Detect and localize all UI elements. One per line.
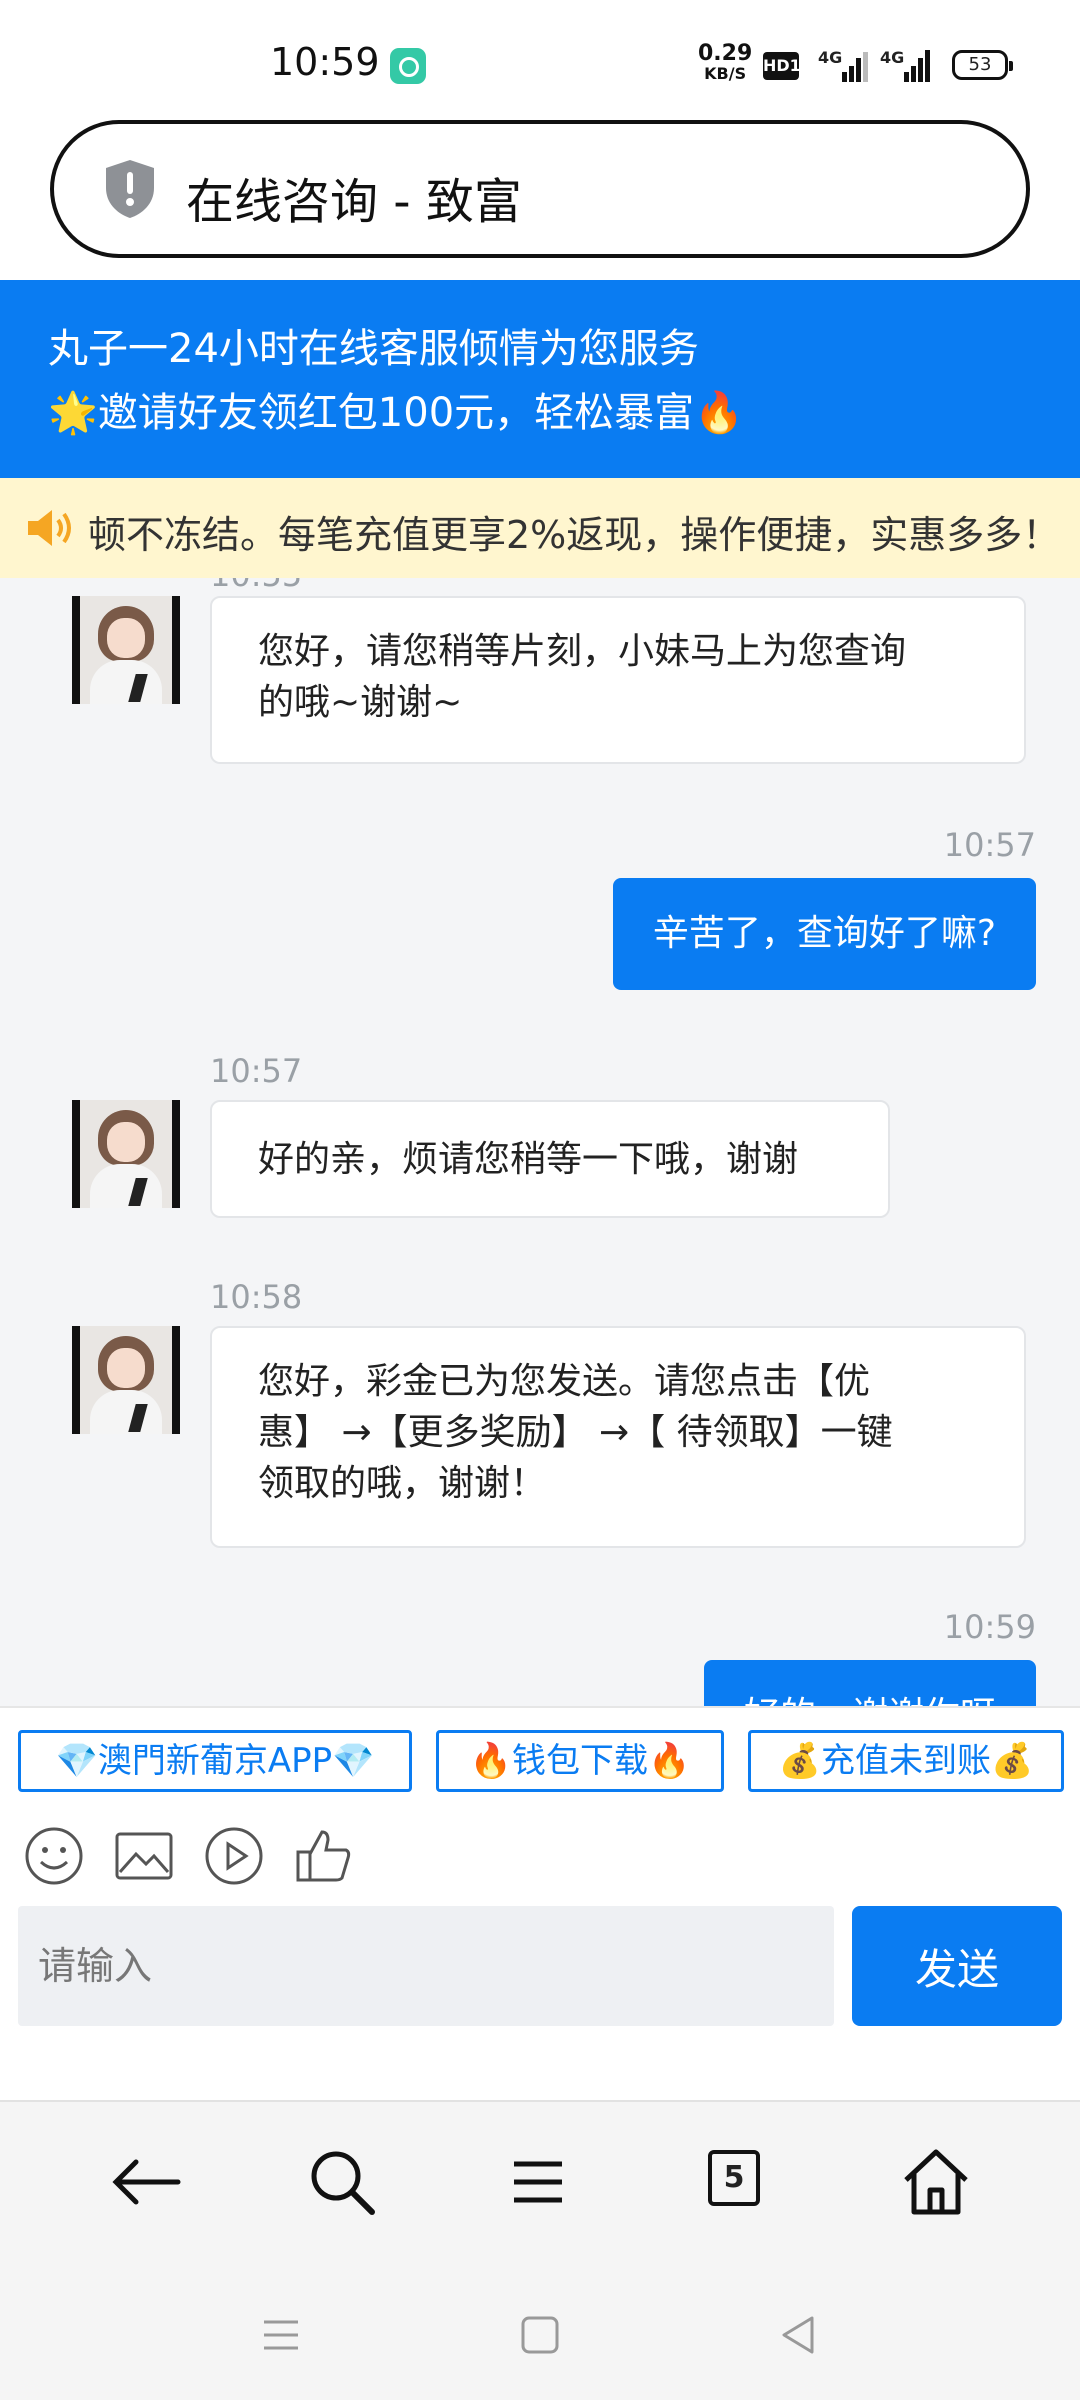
agent-avatar <box>72 1326 180 1434</box>
message-time: 10:55 <box>210 578 302 594</box>
search-icon[interactable] <box>302 2142 382 2222</box>
address-bar[interactable]: 在线咨询 - 致富 <box>50 120 1030 258</box>
app-notification-icon <box>390 48 426 84</box>
user-message: 好的，谢谢你呀 <box>703 1660 1036 1706</box>
like-icon[interactable] <box>292 1824 356 1888</box>
agent-avatar <box>72 596 180 704</box>
image-icon[interactable] <box>112 1824 176 1888</box>
page-title: 在线咨询 - 致富 <box>186 174 522 230</box>
back-arrow-icon[interactable] <box>106 2142 186 2222</box>
home-button-icon[interactable] <box>515 2310 565 2360</box>
marquee-notice: 顿不冻结。每笔充值更享2%返现，操作便捷，实惠多多！ <box>0 478 1080 578</box>
agent-message: 好的亲，烦请您稍等一下哦，谢谢 <box>210 1100 890 1218</box>
agent-message: 您好，彩金已为您发送。请您点击【优 惠】 →【更多奖励】 →【 待领取】一键 领… <box>210 1326 1026 1548</box>
agent-avatar <box>72 1100 180 1208</box>
notice-text: 顿不冻结。每笔充值更享2%返现，操作便捷，实惠多多！ <box>88 513 1061 557</box>
signal-icon: 4G <box>818 48 868 82</box>
video-icon[interactable] <box>202 1824 266 1888</box>
message-time: 10:58 <box>210 1278 303 1316</box>
quick-button-wallet[interactable]: 🔥钱包下载🔥 <box>436 1730 724 1792</box>
user-message: 辛苦了，查询好了嘛? <box>612 878 1036 990</box>
message-time: 10:59 <box>943 1608 1036 1646</box>
quick-button-app[interactable]: 💎澳門新葡京APP💎 <box>18 1730 412 1792</box>
home-icon[interactable] <box>896 2142 976 2222</box>
browser-toolbar: 5 <box>0 2100 1080 2272</box>
shield-icon <box>106 160 154 218</box>
message-input[interactable] <box>18 1906 834 2026</box>
message-time: 10:57 <box>210 1052 303 1090</box>
network-speed: 0.29 KB/S <box>698 41 753 84</box>
menu-icon[interactable] <box>498 2142 578 2222</box>
chat-history[interactable]: 10:55 您好，请您稍等片刻，小妹马上为您查询 的哦~谢谢~ 10:57 辛苦… <box>0 578 1080 1706</box>
quick-reply-bar[interactable]: 💎澳門新葡京APP💎 🔥钱包下载🔥 💰充值未到账💰 <box>0 1706 1080 1814</box>
service-banner: 丸子一24小时在线客服倾情为您服务 🌟邀请好友领红包100元，轻松暴富🔥 <box>0 280 1080 478</box>
battery-icon: 53 <box>952 50 1013 80</box>
quick-button-recharge[interactable]: 💰充值未到账💰 <box>748 1730 1064 1792</box>
agent-message: 您好，请您稍等片刻，小妹马上为您查询 的哦~谢谢~ <box>210 596 1026 764</box>
input-toolbar <box>0 1812 1080 1902</box>
star-icon: 🌟 <box>48 390 98 436</box>
hd-badge: HD1 <box>763 52 801 80</box>
status-time: 10:59 <box>270 40 380 84</box>
banner-line-2: 🌟邀请好友领红包100元，轻松暴富🔥 <box>48 390 744 436</box>
message-time: 10:57 <box>943 826 1036 864</box>
send-button[interactable]: 发送 <box>852 1906 1062 2026</box>
recent-apps-icon[interactable] <box>256 2310 306 2360</box>
status-bar: 10:59 0.29 KB/S HD1 4G 4G 53 <box>0 0 1080 118</box>
system-navigation <box>0 2270 1080 2400</box>
banner-line-1: 丸子一24小时在线客服倾情为您服务 <box>48 326 699 372</box>
signal-icon-2: 4G <box>880 48 930 82</box>
tabs-button[interactable]: 5 <box>708 2150 760 2206</box>
message-composer: 发送 <box>0 1902 1080 2100</box>
speaker-icon <box>28 510 71 546</box>
back-button-icon[interactable] <box>774 2310 824 2360</box>
emoji-icon[interactable] <box>22 1824 86 1888</box>
